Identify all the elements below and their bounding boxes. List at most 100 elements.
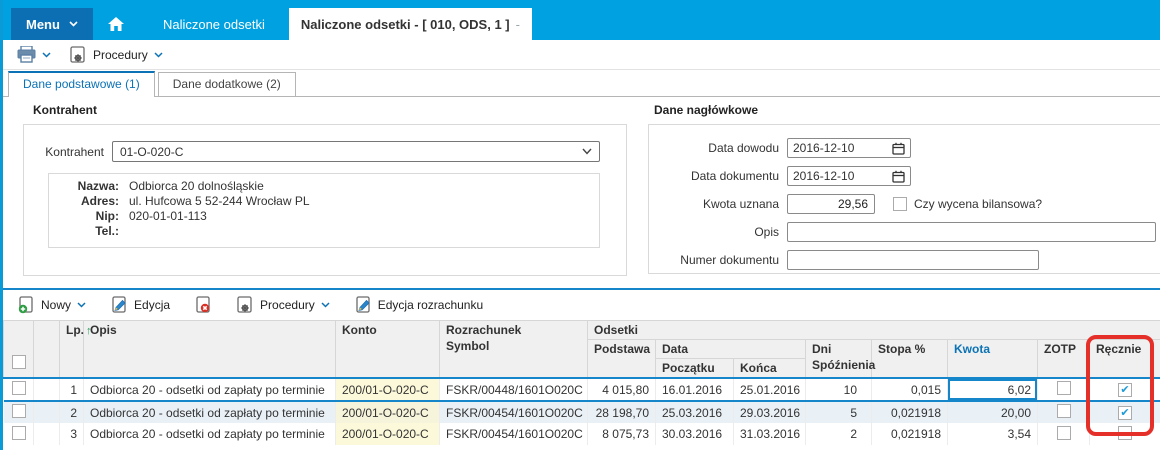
data-dokumentu-label: Data dokumentu xyxy=(690,169,779,183)
document-gear-icon xyxy=(69,45,87,64)
kontrahent-select[interactable]: 01-O-020-C xyxy=(112,141,600,162)
cell-konca: 29.03.2016 xyxy=(733,401,806,423)
kontrahent-group-label: Kontrahent xyxy=(33,103,97,117)
cell-kwota[interactable]: 20,00 xyxy=(947,401,1038,423)
active-tab-label: Naliczone odsetki - [ 010, ODS, 1 ] xyxy=(300,16,510,32)
cell-podstawa: 4 015,80 xyxy=(587,377,656,402)
cell-konto: 200/01-O-020-C xyxy=(335,377,440,402)
home-button[interactable] xyxy=(93,8,139,40)
cell-rozrachunek: FSKR/00454/1601O020C xyxy=(439,423,588,445)
tab-dane-dodatkowe[interactable]: Dane dodatkowe (2) xyxy=(157,72,296,96)
document-gear-icon xyxy=(236,296,254,314)
cell-poczatku: 25.03.2016 xyxy=(655,401,734,423)
opis-label: Opis xyxy=(754,225,779,239)
menu-button[interactable]: Menu xyxy=(11,8,93,40)
col-header-recznie[interactable]: Ręcznie xyxy=(1088,339,1160,379)
col-header-konto[interactable]: Konto xyxy=(335,320,440,379)
cell-lp: 1 xyxy=(59,377,84,402)
table-row[interactable]: 3 Odbiorca 20 - odsetki od zapłaty po te… xyxy=(3,423,1160,445)
nip-label: Nip: xyxy=(95,209,119,223)
cell-poczatku: 30.03.2016 xyxy=(655,423,734,445)
row-select-checkbox[interactable] xyxy=(11,381,26,395)
numer-dokumentu-input[interactable] xyxy=(787,250,1039,270)
procedury-grid-chevron-down-icon xyxy=(321,302,330,308)
kontrahent-select-value: 01-O-020-C xyxy=(120,144,184,159)
row-select-checkbox[interactable] xyxy=(11,425,26,440)
recznie-checkbox[interactable] xyxy=(1118,425,1132,440)
data-dokumentu-input[interactable]: 2016-12-10 xyxy=(787,166,911,186)
czy-wycena-checkbox[interactable] xyxy=(893,197,907,211)
kwota-uznana-label: Kwota uznana xyxy=(702,197,779,211)
select-all-checkbox[interactable] xyxy=(12,355,26,369)
row-indicator xyxy=(33,423,60,445)
edycja-button[interactable]: Edycja xyxy=(104,293,176,317)
col-header-konca[interactable]: Końca xyxy=(733,358,806,379)
cell-podstawa: 28 198,70 xyxy=(587,401,656,423)
usun-button[interactable] xyxy=(188,293,218,317)
procedury-toolbar-label: Procedury xyxy=(93,47,148,62)
tab-naliczone-odsetki[interactable]: Naliczone odsetki xyxy=(139,8,289,40)
col-group-odsetki[interactable]: Odsetki xyxy=(586,320,1160,340)
cell-rozrachunek: FSKR/00448/1601O020C xyxy=(439,377,588,402)
col-group-data[interactable]: Data xyxy=(655,339,806,359)
col-header-lp[interactable]: Lp. ↑ xyxy=(59,320,92,379)
nowy-button[interactable]: Nowy xyxy=(11,293,92,317)
cell-dni: 2 xyxy=(805,423,872,445)
zotp-checkbox[interactable] xyxy=(1056,425,1071,440)
dane-naglowkowe-group: Dane nagłówkowe Data dowodu 2016-12-10 D… xyxy=(648,103,1160,274)
edycja-rozrachunku-button[interactable]: Edycja rozrachunku xyxy=(348,293,489,317)
cell-lp: 3 xyxy=(59,423,84,445)
cell-kwota[interactable]: 3,54 xyxy=(947,423,1038,445)
col-header-dni-spoznienia[interactable]: Dni Spóźnienia xyxy=(805,339,875,379)
col-header-stopa[interactable]: Stopa % xyxy=(871,339,948,379)
kwota-uznana-input[interactable] xyxy=(787,194,875,214)
procedury-toolbar-button[interactable]: Procedury xyxy=(63,43,169,67)
procedury-grid-button[interactable]: Procedury xyxy=(230,293,336,317)
cell-konto: 200/01-O-020-C xyxy=(335,423,440,445)
cell-stopa: 0,015 xyxy=(871,377,948,402)
row-select-checkbox[interactable] xyxy=(11,404,26,418)
calendar-icon[interactable] xyxy=(892,142,905,155)
cell-konca: 31.03.2016 xyxy=(733,423,806,445)
chevron-down-icon xyxy=(69,21,78,27)
data-dowodu-label: Data dowodu xyxy=(708,141,779,155)
zotp-checkbox[interactable] xyxy=(1056,404,1071,418)
tab-naliczone-odsetki-document[interactable]: Naliczone odsetki - [ 010, ODS, 1 ] - xyxy=(288,8,532,40)
recznie-checkbox[interactable]: ✔ xyxy=(1118,406,1132,421)
procedury-grid-label: Procedury xyxy=(260,298,315,312)
print-button[interactable] xyxy=(11,43,57,66)
col-header-kwota[interactable]: Kwota xyxy=(947,339,1038,379)
printer-icon xyxy=(17,46,36,63)
tab-dane-podstawowe[interactable]: Dane podstawowe (1) xyxy=(8,71,155,97)
cell-konca: 25.01.2016 xyxy=(733,377,806,402)
edycja-rozrachunku-label: Edycja rozrachunku xyxy=(377,298,484,312)
form-area: Kontrahent Kontrahent 01-O-020-C Nazwa: O… xyxy=(3,97,1160,288)
nowy-chevron-down-icon xyxy=(77,302,86,308)
col-header-zotp[interactable]: ZOTP xyxy=(1037,339,1090,379)
zotp-checkbox[interactable] xyxy=(1056,381,1071,395)
table-row[interactable]: 2 Odbiorca 20 - odsetki od zapłaty po te… xyxy=(3,401,1160,423)
top-bar: Menu Naliczone odsetki Naliczone odsetki… xyxy=(3,0,1160,40)
menu-button-label: Menu xyxy=(26,16,60,32)
document-toolbar: Procedury xyxy=(3,40,1160,70)
col-header-poczatku[interactable]: Początku xyxy=(655,358,734,379)
tab-dane-dodatkowe-label: Dane dodatkowe (2) xyxy=(172,77,281,91)
col-header-opis[interactable]: Opis xyxy=(83,320,336,379)
adres-value: ul. Hufcowa 5 52-244 Wrocław PL xyxy=(129,194,310,208)
cell-opis: Odbiorca 20 - odsetki od zapłaty po term… xyxy=(83,377,336,402)
opis-input[interactable] xyxy=(787,222,1156,242)
cell-lp: 2 xyxy=(59,401,84,423)
tab-dane-podstawowe-label: Dane podstawowe (1) xyxy=(23,77,140,91)
dane-naglowkowe-group-label: Dane nagłówkowe xyxy=(654,103,759,117)
calendar-icon[interactable] xyxy=(892,170,905,183)
col-header-podstawa[interactable]: Podstawa xyxy=(587,339,656,379)
table-row[interactable]: 1 Odbiorca 20 - odsetki od zapłaty po te… xyxy=(3,377,1160,402)
kontrahent-info-box: Nazwa: Odbiorca 20 dolnośląskie Adres: ul.… xyxy=(48,173,600,248)
app-window: Menu Naliczone odsetki Naliczone odsetki… xyxy=(0,0,1160,450)
data-dowodu-input[interactable]: 2016-12-10 xyxy=(787,138,911,158)
col-header-rozrachunek[interactable]: Rozrachunek Symbol xyxy=(439,320,588,379)
home-icon xyxy=(107,17,124,31)
kontrahent-field-label: Kontrahent xyxy=(45,144,104,159)
cell-kwota[interactable]: 6,02 xyxy=(947,377,1038,402)
recznie-checkbox[interactable]: ✔ xyxy=(1118,383,1132,398)
